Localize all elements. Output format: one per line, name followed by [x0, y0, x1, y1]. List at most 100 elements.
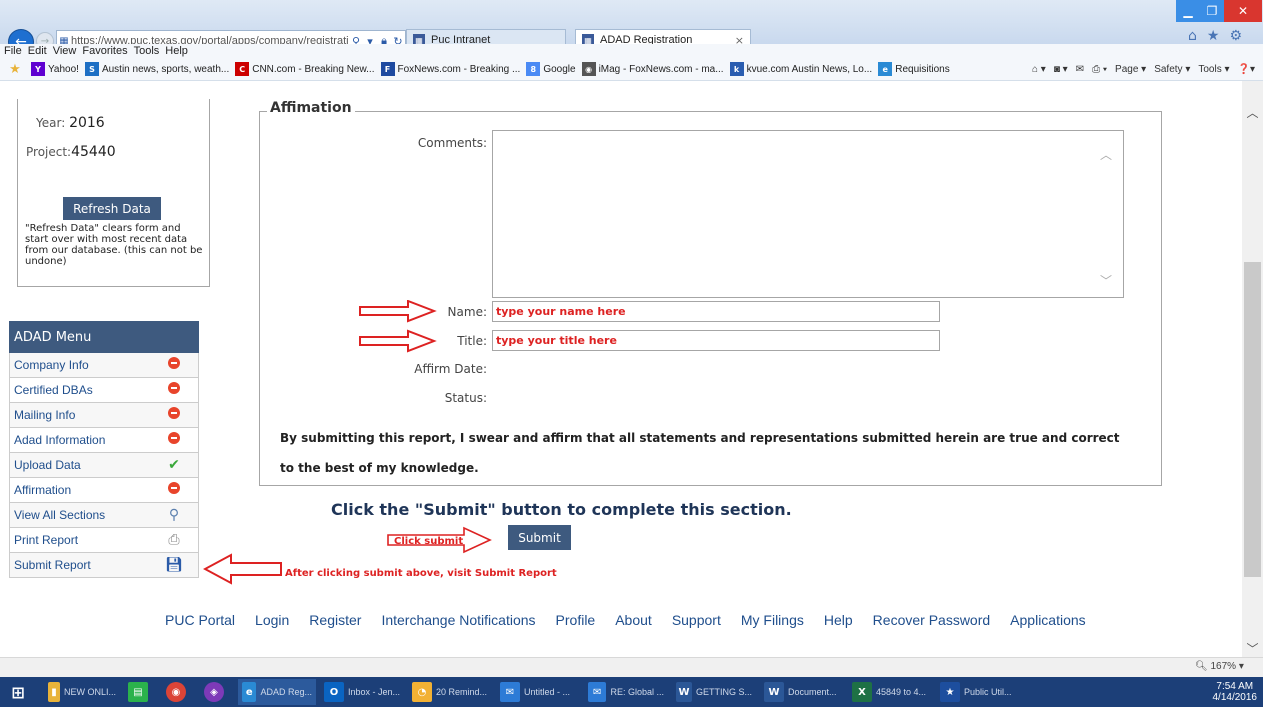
name-field[interactable] [492, 301, 940, 322]
footer-link-puc-portal[interactable]: PUC Portal [165, 612, 235, 628]
tools-menu[interactable]: Tools ▾ [1198, 64, 1229, 75]
safety-menu[interactable]: Safety ▾ [1154, 64, 1190, 75]
scrollbar-thumb[interactable] [1244, 262, 1261, 577]
footer-link-about[interactable]: About [615, 612, 652, 628]
year-value: 2016 [69, 115, 105, 131]
favorite-google[interactable]: 8 Google [526, 62, 576, 76]
help-icon[interactable]: ❓▾ [1238, 64, 1255, 75]
affirmation-legend: Affimation [267, 100, 355, 116]
menu-item-mailing-info[interactable]: Mailing Info [9, 403, 199, 428]
zoom-level[interactable]: 🔍︎ 167% ▾ [1195, 661, 1244, 672]
footer-link-register[interactable]: Register [309, 612, 361, 628]
yahoo-icon: Y [31, 62, 45, 76]
menu-tools[interactable]: Tools [134, 45, 160, 57]
textarea-scroll-up-icon[interactable]: ︿ [1100, 146, 1112, 163]
ie-icon: e [242, 682, 257, 702]
outlook-icon: O [324, 682, 344, 702]
taskbar-item[interactable]: ▤ [124, 679, 158, 705]
home-icon[interactable]: ⌂ ▾ [1032, 64, 1046, 75]
footer-link-recover-password[interactable]: Recover Password [873, 612, 991, 628]
restore-icon[interactable]: ❐ [1200, 0, 1224, 22]
fox-icon: F [380, 62, 395, 76]
favorites-star-icon[interactable]: ★ [8, 62, 25, 77]
incomplete-icon [164, 357, 184, 373]
adad-menu: ADAD Menu Company Info Certified DBAs Ma… [9, 321, 199, 578]
taskbar-item[interactable]: O Inbox - Jen... [320, 679, 404, 705]
print-icon[interactable]: ⎙ ▾ [1092, 64, 1107, 75]
close-window-icon[interactable]: ✕ [1224, 0, 1262, 22]
menu-item-submit-report[interactable]: Submit Report 💾︎ [9, 553, 199, 578]
taskbar-item[interactable]: ◔ 20 Remind... [408, 679, 492, 705]
favorite-imag[interactable]: ◉ iMag - FoxNews.com - ma... [581, 62, 724, 76]
feeds-icon[interactable]: ◙ ▾ [1054, 64, 1068, 75]
favorite-kvue[interactable]: k kvue.com Austin News, Lo... [729, 62, 872, 76]
footer-links: PUC Portal Login Register Interchange No… [165, 612, 1106, 628]
title-field[interactable] [492, 330, 940, 351]
taskbar-item[interactable]: ★ Public Util... [936, 679, 1020, 705]
footer-link-my-filings[interactable]: My Filings [741, 612, 804, 628]
ie-icon: e [878, 62, 893, 76]
menu-item-adad-information[interactable]: Adad Information [9, 428, 199, 453]
refresh-data-button[interactable]: Refresh Data [63, 197, 161, 220]
footer-link-profile[interactable]: Profile [556, 612, 596, 628]
menu-item-affirmation[interactable]: Affirmation [9, 478, 199, 503]
incomplete-icon [164, 407, 184, 423]
menu-help[interactable]: Help [165, 45, 188, 57]
favorite-statesman[interactable]: S Austin news, sports, weath... [84, 62, 229, 76]
favorite-foxnews[interactable]: F FoxNews.com - Breaking ... [380, 62, 520, 76]
taskbar-item[interactable]: ✉ RE: Global ... [584, 679, 668, 705]
annotation-arrow-icon [359, 300, 437, 353]
submit-button[interactable]: Submit [508, 525, 571, 550]
taskbar-item[interactable]: W Document... [760, 679, 844, 705]
page-menu[interactable]: Page ▾ [1115, 64, 1146, 75]
textarea-scroll-down-icon[interactable]: ﹀ [1100, 272, 1112, 289]
taskbar-clock[interactable]: 7:54 AM 4/14/2016 [1213, 681, 1258, 703]
favorites-star-icon[interactable]: ★ [1207, 28, 1220, 44]
reminder-icon: ◔ [412, 682, 432, 702]
footer-link-login[interactable]: Login [255, 612, 289, 628]
footer-link-support[interactable]: Support [672, 612, 721, 628]
footer-link-applications[interactable]: Applications [1010, 612, 1086, 628]
adad-menu-title: ADAD Menu [9, 321, 199, 353]
taskbar-item[interactable]: ◉ [162, 679, 196, 705]
taskbar-item[interactable]: ◈ [200, 679, 234, 705]
status-label: Status: [444, 391, 487, 405]
scroll-down-arrow-icon[interactable]: ﹀ [1242, 640, 1263, 656]
favorite-yahoo[interactable]: Y Yahoo! [31, 62, 79, 76]
menu-item-print-report[interactable]: Print Report ⎙ [9, 528, 199, 553]
menu-item-company-info[interactable]: Company Info [9, 353, 199, 378]
menu-file[interactable]: File [4, 45, 22, 57]
menu-item-certified-dbas[interactable]: Certified DBAs [9, 378, 199, 403]
taskbar-item[interactable]: ✉ Untitled - ... [496, 679, 580, 705]
minimize-icon[interactable]: ▁ [1176, 0, 1200, 22]
footer-link-interchange[interactable]: Interchange Notifications [381, 612, 535, 628]
start-button[interactable]: ⊞ [0, 679, 40, 705]
menu-item-upload-data[interactable]: Upload Data ✔ [9, 453, 199, 478]
footer-link-help[interactable]: Help [824, 612, 853, 628]
app-icon: ◈ [204, 682, 224, 702]
home-icon[interactable]: ⌂ [1188, 28, 1197, 44]
taskbar-item[interactable]: ▮ NEW ONLI... [44, 679, 120, 705]
message-icon: ✉ [500, 682, 520, 702]
taskbar-item[interactable]: X 45849 to 4... [848, 679, 932, 705]
mail-icon[interactable]: ✉ [1076, 64, 1084, 75]
menu-item-view-all-sections[interactable]: View All Sections ⚲ [9, 503, 199, 528]
menu-view[interactable]: View [53, 45, 77, 57]
year-row: Year: 2016 [36, 115, 105, 131]
comments-textarea[interactable] [492, 130, 1124, 298]
favorite-requisitions[interactable]: e Requisitions [878, 62, 950, 76]
menu-edit[interactable]: Edit [28, 45, 47, 57]
word-icon: W [764, 682, 784, 702]
message-icon: ✉ [588, 682, 607, 702]
settings-gear-icon[interactable]: ⚙ [1229, 28, 1242, 44]
taskbar-item[interactable]: e ADAD Reg... [238, 679, 316, 705]
favorite-cnn[interactable]: C CNN.com - Breaking New... [235, 62, 375, 76]
taskbar-item[interactable]: W GETTING S... [672, 679, 756, 705]
excel-icon: X [852, 682, 872, 702]
scroll-up-arrow-icon[interactable]: ︿ [1242, 104, 1263, 120]
kvue-icon: k [729, 62, 744, 76]
menu-favorites[interactable]: Favorites [82, 45, 127, 57]
folder-icon: ▮ [48, 682, 60, 702]
cnn-icon: C [235, 62, 250, 76]
imag-icon: ◉ [581, 62, 596, 76]
